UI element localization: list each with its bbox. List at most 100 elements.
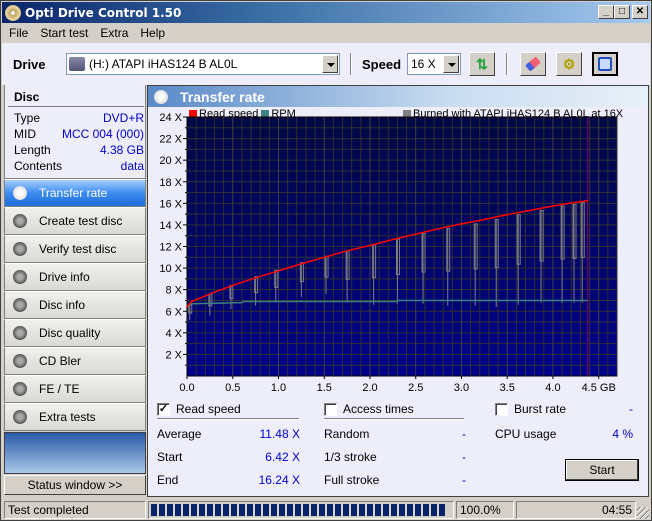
- burst-rate-checkbox[interactable]: [495, 402, 508, 416]
- nav-create-test-disc[interactable]: Create test disc: [4, 207, 146, 235]
- nav-fe-te[interactable]: FE / TE: [4, 375, 146, 403]
- progress-block: [327, 504, 333, 516]
- nav-disc-info[interactable]: Disc info: [4, 291, 146, 319]
- close-button[interactable]: ✕: [632, 5, 648, 19]
- x-tick-label: 0.5: [225, 382, 240, 394]
- elapsed-time: 04:55: [516, 501, 636, 519]
- drive-dropdown-arrow-icon[interactable]: [322, 55, 338, 73]
- menu-file[interactable]: File: [9, 26, 28, 40]
- toolbar: Drive (H:) ATAPI iHAS124 B AL0L Speed 16…: [2, 43, 650, 85]
- toolbar-separator: [350, 53, 352, 75]
- y-tick-label: 8 X: [165, 285, 182, 297]
- menu-start-test[interactable]: Start test: [40, 26, 88, 40]
- minimize-button[interactable]: _: [598, 5, 614, 19]
- progress-block: [183, 504, 189, 516]
- read-speed-point: [209, 293, 211, 295]
- progress-block: [167, 504, 173, 516]
- nav-transfer-rate[interactable]: Transfer rate: [4, 179, 146, 207]
- nav-label: CD Bler: [39, 354, 82, 368]
- full-stroke-value: -: [462, 473, 466, 487]
- read-speed-point: [254, 276, 257, 279]
- progress-block: [311, 504, 317, 516]
- progress-block: [287, 504, 293, 516]
- speed-value: 16 X: [411, 57, 436, 71]
- speed-select[interactable]: 16 X: [407, 53, 461, 75]
- progress-block: [415, 504, 421, 516]
- nav-cd-bler[interactable]: CD Bler: [4, 347, 146, 375]
- panel-title: Transfer rate: [180, 88, 265, 105]
- nav-label: Drive info: [39, 270, 90, 284]
- nav-verify-test-disc[interactable]: Verify test disc: [4, 235, 146, 263]
- speed-dropdown-arrow-icon[interactable]: [443, 55, 459, 73]
- divider: [8, 106, 144, 107]
- extra-tests-icon: [13, 410, 27, 424]
- disc-row-contents: Contents data: [14, 159, 144, 173]
- burst-rate-option[interactable]: Burst rate: [495, 402, 566, 416]
- drive-select[interactable]: (H:) ATAPI iHAS124 B AL0L: [66, 53, 340, 75]
- progress-block: [391, 504, 397, 516]
- x-tick-label: 4.5 GB: [582, 382, 616, 394]
- nav-extra-tests[interactable]: Extra tests: [4, 403, 146, 431]
- drive-info-icon: [13, 270, 27, 284]
- transfer-rate-icon: [154, 89, 168, 104]
- divider: [324, 418, 464, 420]
- read-speed-point: [277, 269, 280, 272]
- settings-button[interactable]: ⚙: [556, 52, 582, 76]
- read-speed-option[interactable]: ✓ Read speed: [157, 402, 241, 416]
- progress-block: [239, 504, 245, 516]
- nav-label: Disc quality: [39, 326, 101, 340]
- average-value: 11.48 X: [259, 427, 300, 441]
- status-window-button[interactable]: Status window >>: [4, 475, 146, 495]
- progress-block: [207, 504, 213, 516]
- read-speed-point: [575, 201, 577, 204]
- disc-title: Disc: [14, 90, 40, 104]
- y-tick-label: 24 X: [159, 112, 182, 124]
- progress-block: [319, 504, 325, 516]
- y-tick-label: 12 X: [159, 242, 182, 254]
- start-value: 6.42 X: [265, 450, 300, 464]
- progress-block: [231, 504, 237, 516]
- title-bar: Opti Drive Control 1.50 _ □ ✕: [2, 2, 650, 23]
- progress-block: [271, 504, 277, 516]
- app-disc-icon: [5, 4, 21, 21]
- read-speed-checkbox[interactable]: ✓: [157, 402, 170, 416]
- x-tick-label: 3.0: [454, 382, 469, 394]
- read-speed-point: [552, 205, 554, 207]
- y-tick-label: 18 X: [159, 177, 182, 189]
- x-tick-label: 4.0: [545, 382, 560, 394]
- erase-button[interactable]: [520, 52, 546, 76]
- maximize-button[interactable]: □: [614, 5, 630, 19]
- progress-block: [263, 504, 269, 516]
- average-label: Average: [157, 427, 202, 441]
- save-button[interactable]: [592, 52, 618, 76]
- burst-rate-option-label: Burst rate: [514, 402, 567, 416]
- random-value: -: [462, 427, 466, 441]
- progress-block: [151, 504, 157, 516]
- menu-help[interactable]: Help: [140, 26, 165, 40]
- progress-block: [295, 504, 301, 516]
- progress-block: [431, 504, 437, 516]
- disc-row-mid: MID MCC 004 (000): [14, 127, 144, 141]
- menu-extra[interactable]: Extra: [100, 26, 128, 40]
- y-tick-label: 14 X: [159, 220, 182, 232]
- progress-bar: [148, 501, 454, 519]
- settings-icon: ⚙: [562, 55, 576, 72]
- refresh-icon: ⇅: [476, 55, 488, 72]
- refresh-button[interactable]: ⇅: [469, 52, 495, 76]
- y-tick-label: 22 X: [159, 134, 182, 146]
- disc-row-type: Type DVD+R: [14, 111, 144, 125]
- nav-drive-info[interactable]: Drive info: [4, 263, 146, 291]
- drive-label: Drive: [13, 57, 46, 72]
- access-times-option[interactable]: Access times: [324, 402, 414, 416]
- resize-grip[interactable]: [637, 507, 649, 519]
- nav-disc-quality[interactable]: Disc quality: [4, 319, 146, 347]
- start-button[interactable]: Start: [565, 459, 639, 481]
- drive-icon: [69, 57, 85, 71]
- y-tick-label: 20 X: [159, 155, 182, 167]
- read-speed-point: [346, 250, 348, 252]
- end-label: End: [157, 473, 179, 487]
- access-times-checkbox[interactable]: [324, 402, 337, 416]
- cpu-usage-label: CPU usage: [495, 427, 557, 441]
- y-tick-label: 4 X: [165, 328, 182, 340]
- save-icon: [598, 57, 612, 71]
